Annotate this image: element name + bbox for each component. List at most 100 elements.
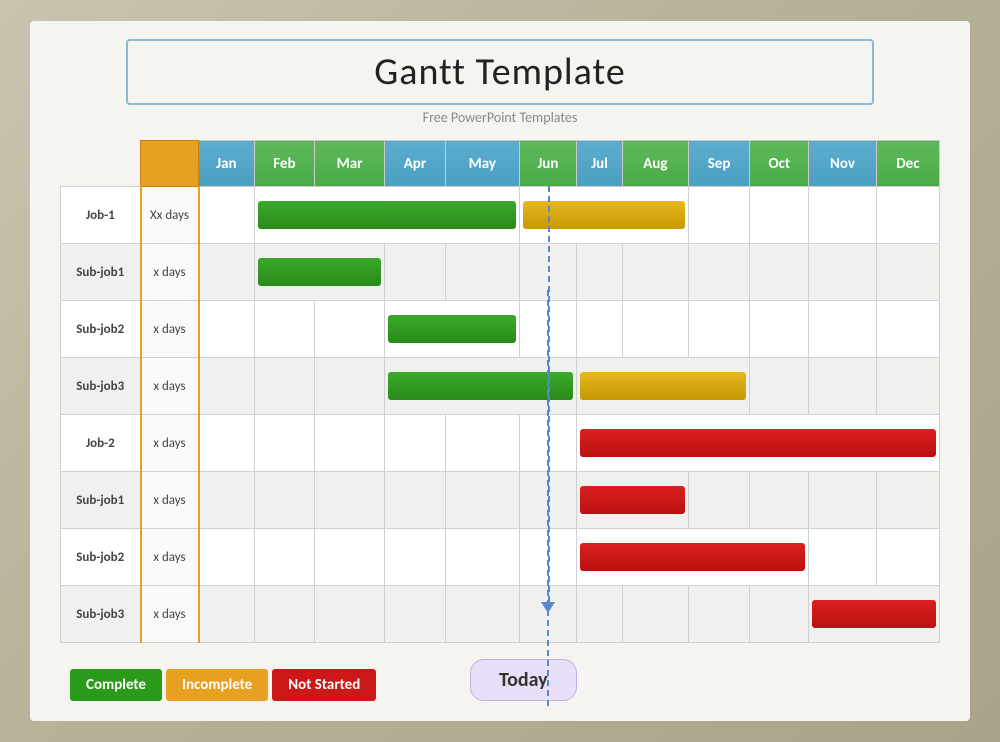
cell-dec [876, 358, 939, 415]
cell-apr [384, 472, 445, 529]
cell-aug [623, 586, 689, 643]
gantt-container: Jan Feb Mar Apr May Jun Jul Aug Sep Oct … [60, 140, 940, 701]
table-row: Sub-job1 x days [61, 472, 940, 529]
th-mar: Mar [315, 141, 385, 187]
cell-may [445, 586, 519, 643]
slide: Gantt Template Free PowerPoint Templates… [30, 21, 970, 721]
cell-dec [876, 244, 939, 301]
cell-mar [315, 358, 385, 415]
cell-feb [254, 415, 314, 472]
cell-dec [876, 472, 939, 529]
cell-jan [199, 244, 255, 301]
cell-nov [809, 358, 877, 415]
cell-feb-may [254, 187, 519, 244]
th-sep: Sep [688, 141, 750, 187]
title-box: Gantt Template [126, 39, 874, 105]
table-row: Sub-job3 x days [61, 358, 940, 415]
job-name: Sub-job2 [61, 529, 141, 586]
cell-apr [384, 415, 445, 472]
cell-may [445, 529, 519, 586]
cell-jul [577, 301, 623, 358]
cell-jan [199, 529, 255, 586]
cell-jan [199, 472, 255, 529]
cell-nov [809, 187, 877, 244]
cell-jun [519, 472, 576, 529]
job-days: x days [141, 301, 199, 358]
th-days [141, 141, 199, 187]
job-name: Sub-job1 [61, 472, 141, 529]
cell-jan [199, 187, 255, 244]
th-oct: Oct [750, 141, 809, 187]
job-days: x days [141, 415, 199, 472]
cell-sep [688, 472, 750, 529]
header-row: Jan Feb Mar Apr May Jun Jul Aug Sep Oct … [61, 141, 940, 187]
cell-aug [623, 301, 689, 358]
cell-jul [577, 244, 623, 301]
cell-mar [315, 415, 385, 472]
job-name: Sub-job1 [61, 244, 141, 301]
cell-sep [688, 301, 750, 358]
table-row: Job-1 Xx days [61, 187, 940, 244]
job-name: Sub-job2 [61, 301, 141, 358]
cell-oct [750, 472, 809, 529]
cell-jun [519, 415, 576, 472]
cell-may [445, 472, 519, 529]
cell-mar [315, 586, 385, 643]
cell-jun [519, 586, 576, 643]
today-label: Today [470, 659, 577, 701]
cell-feb [254, 301, 314, 358]
legend-not-started: Not Started [272, 669, 376, 701]
table-row: Sub-job1 x days [61, 244, 940, 301]
cell-jun [519, 529, 576, 586]
th-aug: Aug [623, 141, 689, 187]
cell-dec [876, 301, 939, 358]
cell-nov [809, 244, 877, 301]
cell-sep [688, 187, 750, 244]
th-nov: Nov [809, 141, 877, 187]
cell-oct [750, 187, 809, 244]
cell-apr-jun [384, 358, 576, 415]
cell-aug [623, 244, 689, 301]
cell-oct [750, 301, 809, 358]
cell-feb [254, 358, 314, 415]
today-container: Today [470, 659, 577, 701]
cell-jun [519, 244, 576, 301]
cell-mar [315, 472, 385, 529]
cell-nov-dec [809, 586, 940, 643]
job-days: x days [141, 244, 199, 301]
cell-mar [315, 529, 385, 586]
cell-apr [384, 586, 445, 643]
cell-dec [876, 529, 939, 586]
job-days: x days [141, 586, 199, 643]
cell-jun [519, 301, 576, 358]
cell-mar [315, 301, 385, 358]
cell-feb [254, 586, 314, 643]
th-jun: Jun [519, 141, 576, 187]
job-days: x days [141, 358, 199, 415]
cell-nov [809, 529, 877, 586]
gantt-table: Jan Feb Mar Apr May Jun Jul Aug Sep Oct … [60, 140, 940, 643]
cell-jun-aug [519, 187, 688, 244]
legend-incomplete: Incomplete [166, 669, 268, 701]
cell-jul-dec [577, 415, 940, 472]
cell-oct [750, 586, 809, 643]
cell-nov [809, 301, 877, 358]
legend-complete: Complete [70, 669, 162, 701]
cell-jan [199, 415, 255, 472]
job-days: x days [141, 529, 199, 586]
cell-oct [750, 358, 809, 415]
cell-jul [577, 586, 623, 643]
job-name: Sub-job3 [61, 586, 141, 643]
cell-jan [199, 586, 255, 643]
th-feb: Feb [254, 141, 314, 187]
table-row: Sub-job2 x days [61, 529, 940, 586]
cell-nov [809, 472, 877, 529]
job-name: Job-1 [61, 187, 141, 244]
legend: Complete Incomplete Not Started [70, 669, 380, 701]
cell-sep [688, 244, 750, 301]
cell-may [445, 415, 519, 472]
job-name: Job-2 [61, 415, 141, 472]
th-dec: Dec [876, 141, 939, 187]
th-jan: Jan [199, 141, 255, 187]
cell-jul-aug [577, 472, 689, 529]
